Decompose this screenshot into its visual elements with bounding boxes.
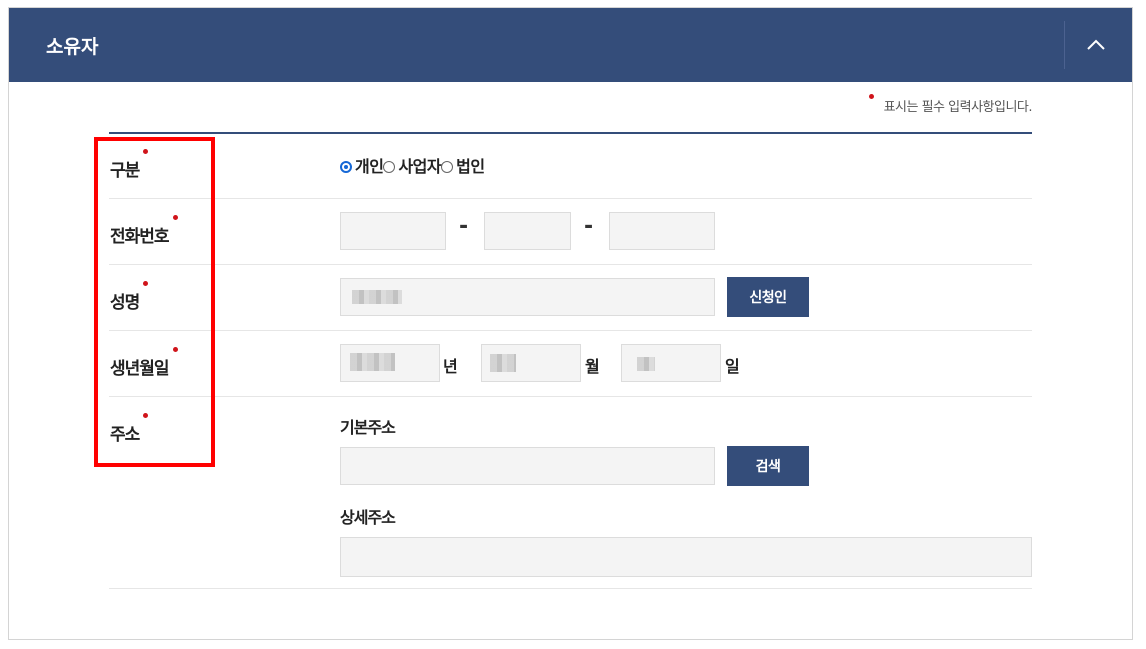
label-name-text: 성명 [110,293,140,313]
radio-unchecked-icon [441,161,454,173]
phone-separator: - [584,214,594,239]
required-note: 표시는 필수 입력사항입니다. [868,94,1033,115]
label-type-text: 구분 [110,161,140,181]
basic-address-input[interactable] [340,447,715,485]
owner-panel: 소유자 표시는 필수 입력사항입니다. 구분 개인 사업자 법인 전화번호 - - … [8,7,1133,640]
label-phone-text: 전화번호 [110,227,170,247]
birth-day-input[interactable] [621,344,721,382]
label-phone: 전화번호 [110,215,178,247]
redacted-day [637,357,655,371]
radio-checked-icon [340,161,352,173]
basic-address-label: 기본주소 [340,418,396,437]
label-name: 성명 [110,281,149,313]
required-dot-icon [143,149,149,154]
header-divider [1064,21,1065,69]
row-divider [109,198,1032,199]
detail-address-label: 상세주소 [340,508,396,527]
month-unit: 월 [585,357,600,376]
row-divider [109,330,1032,331]
radio-corporation-label: 법인 [456,157,485,176]
phone-part1-input[interactable] [340,212,446,250]
row-divider [109,264,1032,265]
form-top-rule [109,132,1032,134]
radio-business[interactable]: 사업자 [383,153,442,177]
row-divider [109,588,1032,589]
redacted-year [350,353,395,371]
radio-individual-label: 개인 [355,157,384,176]
phone-separator: - [459,214,469,239]
detail-address-input[interactable] [340,537,1032,577]
label-address: 주소 [110,413,149,445]
type-radio-group: 개인 사업자 법인 [340,153,485,177]
chevron-up-icon [1087,39,1105,50]
label-address-text: 주소 [110,425,140,445]
row-divider [109,396,1032,397]
redacted-month [490,354,516,372]
radio-business-label: 사업자 [398,157,442,176]
required-dot-icon [172,215,178,220]
day-unit: 일 [725,357,740,376]
required-dot-icon [143,281,149,286]
required-note-text: 표시는 필수 입력사항입니다. [883,100,1033,115]
section-title: 소유자 [46,36,99,58]
label-type: 구분 [110,149,149,181]
required-dot-icon [172,347,178,352]
radio-unchecked-icon [383,161,396,173]
phone-part3-input[interactable] [609,212,715,250]
section-header: 소유자 [9,8,1132,82]
phone-part2-input[interactable] [484,212,571,250]
collapse-button[interactable] [1074,23,1118,67]
redacted-name [352,290,402,304]
required-dot-icon [143,413,149,418]
radio-individual[interactable]: 개인 [340,153,384,177]
radio-corporation[interactable]: 법인 [441,153,485,177]
address-search-button[interactable]: 검색 [727,446,809,486]
label-birth-text: 생년월일 [110,359,170,379]
label-birth: 생년월일 [110,347,178,379]
year-unit: 년 [443,357,458,376]
required-dot-icon [868,94,874,99]
applicant-button[interactable]: 신청인 [727,277,809,317]
